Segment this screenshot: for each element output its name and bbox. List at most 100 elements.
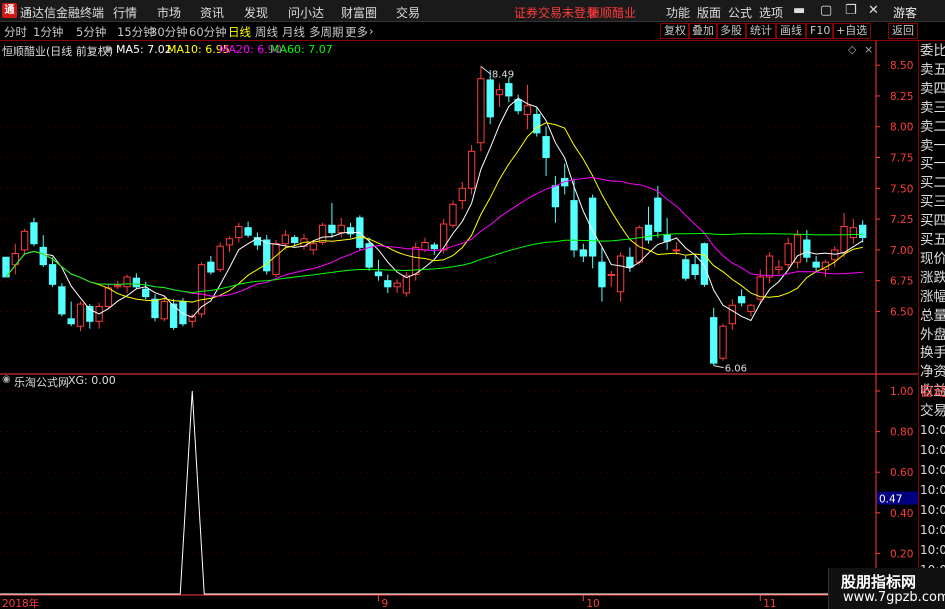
title-bar: 通 通达信金融终端 行情 市场 资讯 发现 问小达 财富圈 交易 证券交易未登录… (0, 0, 945, 22)
candle-body (467, 150, 476, 189)
chart-area[interactable]: 8.50 8.25 8.00 7.75 7.50 7.25 7.00 6.75 6.50 1.0… (0, 41, 918, 609)
candle-body (235, 225, 243, 239)
minimize-icon[interactable]: ▬ (793, 3, 805, 18)
candle-body (849, 227, 858, 239)
candle (691, 254, 699, 280)
period-30min[interactable]: 30分钟 (150, 24, 188, 40)
candle-body (551, 185, 560, 208)
candle (365, 237, 373, 271)
candle-body (672, 249, 681, 252)
quote-label: 卖三 (920, 99, 945, 116)
trade-time: 10:02 (920, 423, 945, 437)
candle (644, 206, 653, 244)
candle (495, 83, 504, 108)
candle (318, 222, 327, 245)
candle-body (784, 243, 792, 266)
candle (616, 252, 625, 302)
indicator-settings-icon-2[interactable]: ◉ (2, 374, 11, 385)
quote-label: 卖四 (920, 80, 945, 97)
menu-wealth-circle[interactable]: 财富圈 (341, 4, 377, 21)
period-60min[interactable]: 60分钟 (189, 24, 227, 40)
f10-button[interactable]: F10 (806, 23, 835, 39)
candle-body (765, 255, 774, 278)
menu-layout[interactable]: 版面 (697, 4, 721, 21)
candle (728, 299, 736, 330)
adjust-button[interactable]: 复权 (660, 23, 690, 39)
x-tick-label: 11 (763, 598, 776, 609)
menu-discover[interactable]: 发现 (244, 4, 268, 21)
period-15min[interactable]: 15分钟 (117, 24, 155, 40)
period-toolbar: 分时 1分钟 5分钟 15分钟 30分钟 60分钟 日线 周线 月线 多周期 更… (0, 22, 945, 41)
candle (449, 200, 457, 228)
candle-body (616, 255, 625, 293)
menu-quotes[interactable]: 行情 (113, 4, 137, 21)
trade-time: 10:02 (920, 543, 945, 557)
back-button[interactable]: 返回 (888, 23, 918, 39)
candle-body (142, 288, 150, 298)
candle-body (225, 238, 234, 246)
candle (20, 228, 29, 255)
menu-functions[interactable]: 功能 (666, 4, 690, 21)
candle (253, 232, 262, 250)
candle-body (132, 277, 141, 288)
quote-label: 买三 (920, 194, 945, 211)
candle-body (812, 261, 820, 268)
candle (67, 301, 75, 327)
quote-label: 买二 (920, 175, 945, 192)
menu-options[interactable]: 选项 (759, 4, 783, 21)
overlay-button[interactable]: 叠加 (688, 23, 718, 39)
period-5min[interactable]: 5分钟 (76, 24, 106, 40)
candle (793, 230, 802, 269)
statistics-button[interactable]: 统计 (746, 23, 776, 39)
candle-body (486, 79, 494, 118)
guest-label[interactable]: 游客 (893, 4, 917, 21)
candle-body (20, 230, 29, 251)
restore-icon[interactable]: ❐ (845, 3, 857, 18)
candle (151, 294, 159, 322)
candle-body (542, 136, 550, 159)
menu-ask[interactable]: 问小达 (288, 4, 324, 21)
y-tick-label: 8.50 (890, 60, 913, 72)
login-status[interactable]: 证券交易未登录 (514, 4, 598, 21)
draw-line-button[interactable]: 画线 (776, 23, 806, 39)
period-daily[interactable]: 日线 (228, 24, 251, 40)
y-tick-label: 7.75 (890, 153, 913, 165)
maximize-icon[interactable]: ▢ (820, 3, 832, 18)
candle-body (505, 83, 513, 97)
more-arrow-icon[interactable]: › (369, 24, 374, 38)
menu-market[interactable]: 市场 (157, 4, 181, 21)
close-icon[interactable]: ✕ (868, 3, 879, 18)
period-1min[interactable]: 1分钟 (33, 24, 63, 40)
candle-body (775, 266, 783, 271)
candle-body (747, 304, 755, 312)
candle-body (114, 285, 122, 288)
period-multi[interactable]: 多周期 (309, 24, 344, 40)
app-title: 通达信金融终端 (20, 6, 105, 20)
multi-stock-button[interactable]: 多股 (716, 23, 746, 39)
quote-label: 卖二 (920, 118, 945, 135)
candle-body (691, 264, 699, 275)
period-monthly[interactable]: 月线 (282, 24, 305, 40)
menu-trade[interactable]: 交易 (396, 4, 420, 21)
candle-body (626, 256, 634, 268)
menu-news[interactable]: 资讯 (200, 4, 224, 21)
candle (775, 259, 783, 275)
watermark: 股朋指标网 www.7gpzb.com (828, 568, 945, 609)
candle-body (179, 301, 187, 325)
period-intraday[interactable]: 分时 (4, 24, 27, 40)
quote-label: 买四 (920, 213, 945, 230)
ind-y-tick-label: 0.40 (890, 508, 913, 520)
quote-label: 买一 (920, 156, 945, 173)
menu-formula[interactable]: 公式 (728, 4, 752, 21)
period-weekly[interactable]: 周线 (255, 24, 278, 40)
candle-body (523, 105, 532, 115)
candle-body (104, 287, 113, 308)
indicator-name: 乐淘公式网 (14, 376, 69, 389)
candle-body (644, 224, 653, 241)
period-more[interactable]: 更多 (345, 24, 368, 40)
x-tick-label: 10 (586, 598, 599, 609)
candle (384, 274, 392, 293)
add-watchlist-button[interactable]: +自选 (832, 23, 872, 39)
current-value-label: 0.47 (879, 494, 902, 506)
candle (225, 236, 234, 253)
